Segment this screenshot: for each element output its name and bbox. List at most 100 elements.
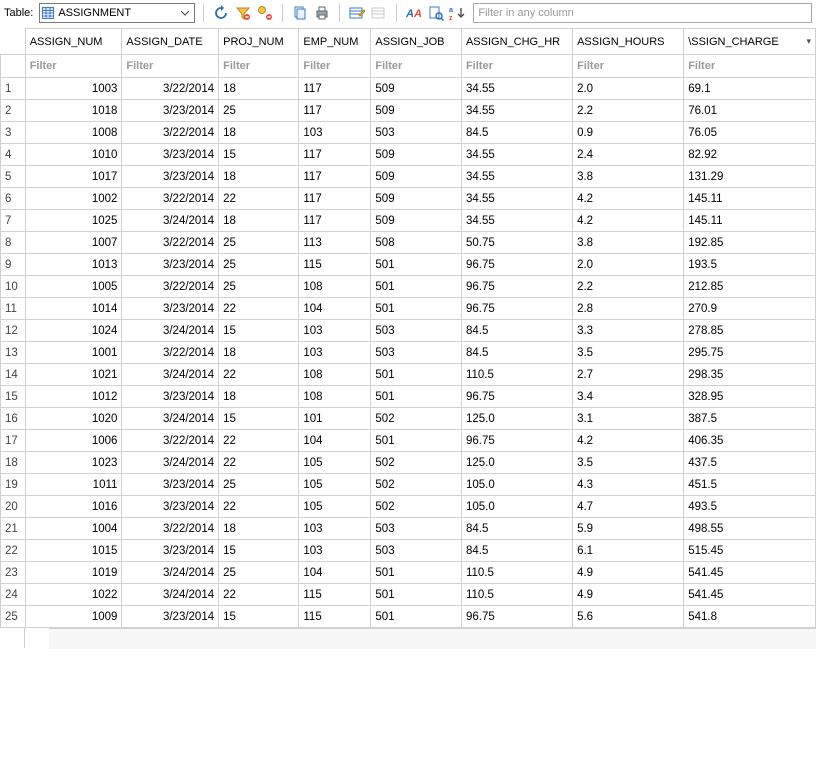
cell[interactable]: 96.75 (461, 276, 572, 298)
column-header[interactable]: ASSIGN_DATE (122, 29, 219, 55)
cell[interactable]: 509 (371, 78, 462, 100)
cell[interactable]: 3/22/2014 (122, 518, 219, 540)
cell[interactable]: 509 (371, 100, 462, 122)
cell[interactable]: 4.9 (573, 562, 684, 584)
cell[interactable]: 502 (371, 408, 462, 430)
cell[interactable]: 3/24/2014 (122, 562, 219, 584)
cell[interactable]: 15 (219, 144, 299, 166)
cell[interactable]: 3/23/2014 (122, 144, 219, 166)
cell[interactable]: 117 (299, 78, 371, 100)
cell[interactable]: 3.8 (573, 166, 684, 188)
cell[interactable]: 1019 (25, 562, 122, 584)
cell[interactable]: 125.0 (461, 408, 572, 430)
cell[interactable]: 1025 (25, 210, 122, 232)
table-row[interactable]: 2410223/24/201422115501110.54.9541.45 (1, 584, 816, 606)
cell[interactable]: 501 (371, 364, 462, 386)
cell[interactable]: 105.0 (461, 474, 572, 496)
cell[interactable]: 18 (219, 78, 299, 100)
cell[interactable]: 115 (299, 584, 371, 606)
column-header[interactable]: ASSIGN_CHG_HR (461, 29, 572, 55)
cell[interactable]: 509 (371, 144, 462, 166)
cell[interactable]: 4.3 (573, 474, 684, 496)
cell[interactable]: 3.5 (573, 342, 684, 364)
cell[interactable]: 3.4 (573, 386, 684, 408)
cell[interactable]: 437.5 (684, 452, 816, 474)
cell[interactable]: 509 (371, 188, 462, 210)
cell[interactable]: 115 (299, 254, 371, 276)
global-filter-input[interactable]: Filter in any column (473, 3, 812, 23)
table-row[interactable]: 1810233/24/201422105502125.03.5437.5 (1, 452, 816, 474)
cell[interactable]: 192.85 (684, 232, 816, 254)
cell[interactable]: 502 (371, 496, 462, 518)
cell[interactable]: 3.1 (573, 408, 684, 430)
cell[interactable]: 501 (371, 276, 462, 298)
cell[interactable]: 22 (219, 584, 299, 606)
column-filter-input[interactable]: Filter (684, 55, 815, 77)
cell[interactable]: 3.5 (573, 452, 684, 474)
cell[interactable]: 1006 (25, 430, 122, 452)
cell[interactable]: 22 (219, 188, 299, 210)
cell[interactable]: 1021 (25, 364, 122, 386)
cell[interactable]: 18 (219, 166, 299, 188)
cell[interactable]: 103 (299, 122, 371, 144)
cell[interactable]: 1022 (25, 584, 122, 606)
cell[interactable]: 96.75 (461, 254, 572, 276)
cell[interactable]: 501 (371, 298, 462, 320)
cell[interactable]: 278.85 (684, 320, 816, 342)
table-row[interactable]: 1710063/22/20142210450196.754.2406.35 (1, 430, 816, 452)
table-row[interactable]: 2310193/24/201425104501110.54.9541.45 (1, 562, 816, 584)
cell[interactable]: 3/22/2014 (122, 232, 219, 254)
cell[interactable]: 298.35 (684, 364, 816, 386)
cell[interactable]: 103 (299, 540, 371, 562)
table-row[interactable]: 1110143/23/20142210450196.752.8270.9 (1, 298, 816, 320)
cell[interactable]: 82.92 (684, 144, 816, 166)
cell[interactable]: 1007 (25, 232, 122, 254)
cell[interactable]: 295.75 (684, 342, 816, 364)
cell[interactable]: 96.75 (461, 606, 572, 628)
table-row[interactable]: 1910113/23/201425105502105.04.3451.5 (1, 474, 816, 496)
cell[interactable]: 131.29 (684, 166, 816, 188)
cell[interactable]: 3/24/2014 (122, 210, 219, 232)
cell[interactable]: 103 (299, 320, 371, 342)
cell[interactable]: 1015 (25, 540, 122, 562)
cell[interactable]: 3/24/2014 (122, 364, 219, 386)
table-select[interactable]: ASSIGNMENT (39, 3, 195, 23)
cell[interactable]: 84.5 (461, 122, 572, 144)
cell[interactable]: 76.05 (684, 122, 816, 144)
column-header[interactable]: ASSIGN_NUM (25, 29, 122, 55)
table-row[interactable]: 2110043/22/20141810350384.55.9498.55 (1, 518, 816, 540)
cell[interactable]: 117 (299, 166, 371, 188)
cell[interactable]: 501 (371, 562, 462, 584)
cell[interactable]: 1013 (25, 254, 122, 276)
cell[interactable]: 1020 (25, 408, 122, 430)
cell[interactable]: 115 (299, 606, 371, 628)
column-filter-input[interactable]: Filter (573, 55, 683, 77)
table-row[interactable]: 210183/23/20142511750934.552.276.01 (1, 100, 816, 122)
cell[interactable]: 451.5 (684, 474, 816, 496)
table-row[interactable]: 810073/22/20142511350850.753.8192.85 (1, 232, 816, 254)
cell[interactable]: 96.75 (461, 386, 572, 408)
cell[interactable]: 34.55 (461, 166, 572, 188)
cell[interactable]: 501 (371, 606, 462, 628)
cell[interactable]: 493.5 (684, 496, 816, 518)
print-button[interactable] (313, 4, 331, 22)
cell[interactable]: 110.5 (461, 364, 572, 386)
cell[interactable]: 22 (219, 364, 299, 386)
cell[interactable]: 3/23/2014 (122, 166, 219, 188)
cell[interactable]: 25 (219, 276, 299, 298)
cell[interactable]: 3/22/2014 (122, 342, 219, 364)
cell[interactable]: 25 (219, 562, 299, 584)
table-row[interactable]: 410103/23/20141511750934.552.482.92 (1, 144, 816, 166)
cell[interactable]: 145.11 (684, 210, 816, 232)
cell[interactable]: 3.8 (573, 232, 684, 254)
cell[interactable]: 22 (219, 298, 299, 320)
cell[interactable]: 108 (299, 276, 371, 298)
cell[interactable]: 3/23/2014 (122, 474, 219, 496)
cell[interactable]: 84.5 (461, 518, 572, 540)
table-row[interactable]: 310083/22/20141810350384.50.976.05 (1, 122, 816, 144)
cell[interactable]: 5.9 (573, 518, 684, 540)
cell[interactable]: 18 (219, 122, 299, 144)
cell[interactable]: 69.1 (684, 78, 816, 100)
cell[interactable]: 84.5 (461, 320, 572, 342)
cell[interactable]: 1008 (25, 122, 122, 144)
